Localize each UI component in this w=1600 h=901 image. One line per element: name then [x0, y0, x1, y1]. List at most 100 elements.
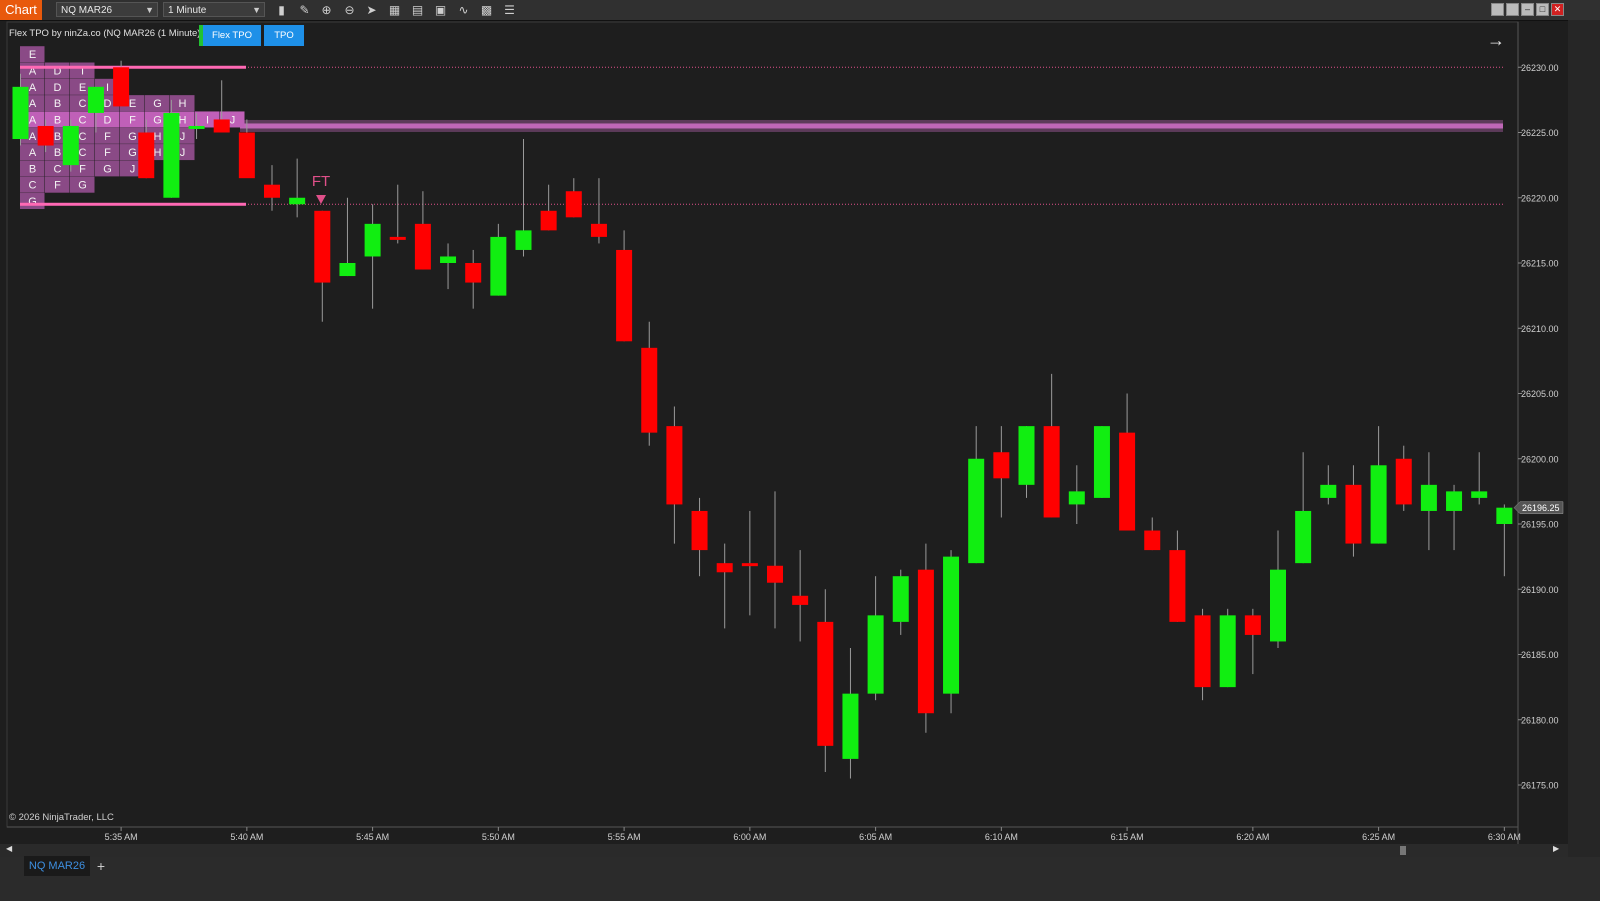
tpo-letter: F: [129, 114, 136, 126]
restore-icon[interactable]: [1506, 3, 1519, 16]
tpo-letter: G: [78, 180, 87, 192]
candle-down: [264, 184, 280, 198]
tpo-letter: G: [153, 114, 162, 126]
tpo-letter: D: [104, 98, 112, 110]
candle-up: [1295, 510, 1312, 564]
x-tick-label: 5:40 AM: [230, 832, 263, 842]
candle-up: [339, 263, 356, 277]
tpo-letter: B: [54, 147, 61, 159]
y-tick-label: 26200.00: [1521, 454, 1559, 464]
strategies-icon[interactable]: ∿: [455, 2, 472, 18]
chevron-down-icon[interactable]: ▼: [252, 3, 261, 18]
indicator-label: Flex TPO by ninZa.co (NQ MAR26 (1 Minute…: [9, 28, 204, 39]
candle-down: [138, 132, 155, 179]
tile-icon[interactable]: [1491, 3, 1504, 16]
tpo-letter: H: [179, 114, 187, 126]
indicators-icon[interactable]: ▩: [478, 2, 495, 18]
copyright-text: © 2026 NinjaTrader, LLC: [9, 812, 114, 823]
candle-down: [1244, 615, 1261, 635]
x-tick-label: 6:15 AM: [1111, 832, 1144, 842]
x-tick-label: 5:45 AM: [356, 832, 389, 842]
candle-down: [767, 565, 783, 583]
tpo-letter: J: [180, 131, 186, 143]
candle-up: [1471, 491, 1488, 498]
chart-menu-button[interactable]: Chart: [0, 0, 42, 20]
candle-up: [968, 458, 985, 564]
tpo-letter: H: [154, 131, 162, 143]
tpo-letter: B: [54, 131, 61, 143]
candle-down: [716, 563, 733, 573]
candle-up: [440, 256, 457, 263]
candle-up: [62, 125, 79, 166]
close-icon[interactable]: ✕: [1551, 3, 1564, 16]
maximize-icon[interactable]: □: [1536, 3, 1549, 16]
tab-nq-mar26[interactable]: NQ MAR26: [24, 856, 90, 876]
candle-down: [1119, 432, 1136, 531]
candle-up: [364, 223, 381, 257]
tpo-letter: D: [54, 82, 62, 94]
tpo-letter: J: [180, 147, 186, 159]
snapshot-icon[interactable]: ▣: [432, 2, 449, 18]
arrow-right-icon[interactable]: →: [1487, 30, 1505, 51]
candle-up: [1018, 426, 1035, 485]
candle-up: [867, 615, 884, 694]
drawing-tool-icon[interactable]: ✎: [296, 2, 313, 18]
candle-up: [1219, 615, 1236, 688]
tpo-letter: H: [154, 147, 162, 159]
add-tab-button[interactable]: +: [94, 856, 108, 876]
x-tick-label: 5:35 AM: [105, 832, 138, 842]
candle-down: [1043, 426, 1060, 518]
candle-down: [666, 426, 683, 505]
candle-up: [1093, 426, 1110, 498]
bar-type-icon[interactable]: ▮: [273, 2, 290, 18]
instrument-value: NQ MAR26: [61, 5, 113, 16]
tpo-letter: I: [206, 114, 209, 126]
last-price-label: 26196.25: [1522, 503, 1560, 513]
candle-down: [389, 236, 406, 240]
y-tick-label: 26205.00: [1521, 389, 1559, 399]
horizontal-scrollbar[interactable]: ◀ ▶: [0, 844, 1568, 857]
candle-down: [540, 210, 557, 231]
right-margin-strip: [1568, 20, 1600, 857]
tpo-letter: J: [230, 114, 236, 126]
tpo-button[interactable]: TPO: [264, 25, 304, 46]
flex-tpo-button[interactable]: Flex TPO: [203, 25, 261, 46]
chevron-down-icon[interactable]: ▼: [145, 3, 154, 18]
candle-down: [113, 67, 130, 107]
scroll-left-icon[interactable]: ◀: [6, 844, 12, 853]
minimize-icon[interactable]: –: [1521, 3, 1534, 16]
instrument-selector[interactable]: NQ MAR26 ▼: [56, 2, 158, 17]
candle-down: [414, 223, 431, 270]
candle-up: [490, 236, 507, 296]
candle-down: [741, 563, 758, 567]
pointer-icon[interactable]: ➤: [363, 2, 380, 18]
candle-up: [943, 556, 960, 694]
tpo-letter: F: [104, 131, 111, 143]
y-tick-label: 26175.00: [1521, 781, 1559, 791]
zoom-out-icon[interactable]: ⊖: [341, 2, 358, 18]
properties-icon[interactable]: ▤: [409, 2, 426, 18]
candle-down: [1395, 458, 1412, 505]
tpo-letter: D: [104, 114, 112, 126]
price-chart[interactable]: EA D IA D E IA B C D E G HA B C D F G H I JA B C F G H JA B C F G H JB C…: [0, 0, 1568, 857]
interval-selector[interactable]: 1 Minute ▼: [163, 2, 265, 17]
y-tick-label: 26190.00: [1521, 585, 1559, 595]
interval-value: 1 Minute: [168, 5, 207, 16]
chart-toolbar: Chart NQ MAR26 ▼ 1 Minute ▼ ▮ ✎ ⊕ ⊖ ➤ ▦ …: [0, 0, 1600, 21]
x-tick-label: 6:05 AM: [859, 832, 892, 842]
tpo-letter: F: [104, 147, 111, 159]
candle-down: [238, 132, 255, 179]
zoom-in-icon[interactable]: ⊕: [318, 2, 335, 18]
tpo-letter: G: [128, 147, 137, 159]
tpo-letter: C: [79, 114, 87, 126]
candle-up: [87, 86, 104, 113]
value-area-line: [20, 202, 246, 206]
y-tick-label: 26210.00: [1521, 324, 1559, 334]
scroll-thumb[interactable]: [1400, 846, 1406, 855]
templates-icon[interactable]: ☰: [501, 2, 518, 18]
tpo-letter: A: [29, 98, 37, 110]
y-tick-label: 26225.00: [1521, 128, 1559, 138]
scroll-right-icon[interactable]: ▶: [1553, 844, 1559, 853]
y-tick-label: 26215.00: [1521, 259, 1559, 269]
data-box-icon[interactable]: ▦: [386, 2, 403, 18]
